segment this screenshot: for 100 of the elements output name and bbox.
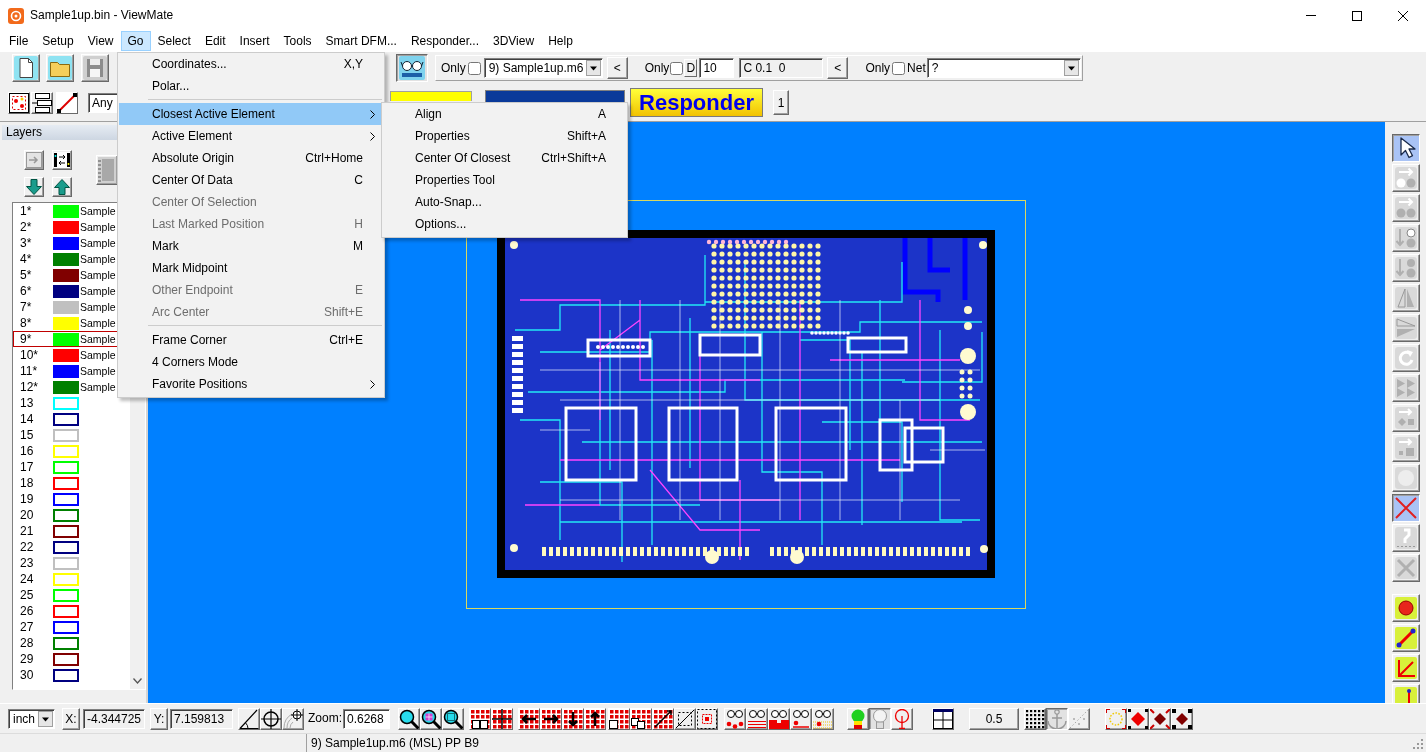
layer-row[interactable]: 15 [13, 427, 130, 443]
layer-color-swatch[interactable] [53, 268, 79, 282]
layer-number: 26 [19, 603, 35, 619]
previous-button[interactable]: < [827, 57, 849, 79]
layer-color-swatch[interactable] [53, 236, 79, 250]
menu-item[interactable]: Edit [197, 31, 233, 51]
toolbar-button[interactable] [238, 707, 260, 730]
layer-color-swatch[interactable] [53, 492, 79, 506]
type-filter-field[interactable]: Any [88, 92, 120, 113]
menu-item[interactable]: Align A [383, 103, 626, 125]
layer-color-swatch[interactable] [53, 364, 79, 378]
x-coordinate-field[interactable]: -4.344725 [83, 708, 145, 729]
menu-item[interactable]: Center Of Closest Ctrl+Shift+A [383, 147, 626, 169]
units-dropdown[interactable]: inch [8, 708, 55, 729]
layer-row[interactable]: 24 [13, 571, 130, 587]
menu-item[interactable]: Auto-Snap... [383, 191, 626, 213]
toolbar-button[interactable] [8, 91, 30, 114]
layer-color-swatch[interactable] [53, 636, 79, 650]
shortcut-text: A [597, 106, 606, 122]
toolbar-button[interactable] [696, 707, 718, 730]
menu-item[interactable]: 3DView [486, 31, 542, 51]
layer-color-swatch[interactable] [53, 348, 79, 362]
menu-item[interactable]: View [80, 31, 121, 51]
layer-color-swatch[interactable] [53, 604, 79, 618]
new-file-button[interactable] [12, 54, 40, 82]
pcb-board-drawing[interactable] [497, 230, 995, 578]
y-button[interactable]: Y: [150, 707, 168, 730]
open-button[interactable] [46, 54, 74, 82]
only-checkbox[interactable] [670, 61, 684, 75]
layer-dropdown[interactable]: 9) Sample1up.m6 [483, 58, 603, 78]
toolbar-button[interactable] [260, 707, 282, 730]
layer-row[interactable]: 17 [13, 459, 130, 475]
menu-item[interactable]: Options... [383, 213, 626, 235]
menu-item[interactable]: Center Of Data C [119, 169, 383, 191]
layer-row[interactable]: 28 [13, 635, 130, 651]
layer-row[interactable]: 25 [13, 587, 130, 603]
layer-row[interactable]: 27 [13, 619, 130, 635]
layer-row[interactable]: 20 [13, 507, 130, 523]
layer-row[interactable]: 23 [13, 555, 130, 571]
menu-item[interactable]: Closest Active Element [119, 103, 383, 125]
layer-row[interactable]: 26 [13, 603, 130, 619]
layer-color-swatch[interactable] [53, 412, 79, 426]
layer-color-swatch[interactable] [53, 284, 79, 298]
layer-color-swatch[interactable] [53, 668, 79, 682]
layer-row[interactable]: 14 [13, 411, 130, 427]
menu-item[interactable]: Insert [232, 31, 277, 51]
responder-button[interactable]: Responder [630, 88, 763, 117]
layer-color-swatch[interactable] [53, 524, 79, 538]
menu-item[interactable]: Help [541, 31, 580, 51]
menu-item[interactable]: Select [150, 31, 198, 51]
layer-row[interactable]: 22 [13, 539, 130, 555]
layer-row[interactable]: 30 [13, 667, 130, 683]
layer-row[interactable]: 16 [13, 443, 130, 459]
layer-color-swatch[interactable] [53, 652, 79, 666]
layer-color-swatch[interactable] [53, 540, 79, 554]
menu-item[interactable]: Absolute Origin Ctrl+Home [119, 147, 383, 169]
menu-item[interactable]: Properties Tool [383, 169, 626, 191]
layer-color-swatch[interactable] [53, 476, 79, 490]
snap-button[interactable]: 0.5 [969, 707, 1019, 730]
layer-row[interactable]: 29 [13, 651, 130, 667]
menu-item[interactable]: Go [120, 31, 151, 51]
zoom-field[interactable]: 0.6268 [343, 708, 390, 729]
layer-color-swatch[interactable] [53, 620, 79, 634]
x-button[interactable]: X: [62, 707, 80, 730]
y-coordinate-field[interactable]: 7.159813 [170, 708, 233, 729]
page-button[interactable]: 1 [773, 90, 789, 115]
layer-color-swatch[interactable] [53, 252, 79, 266]
layer-tool-button[interactable] [52, 177, 72, 197]
layer-color-swatch[interactable] [53, 220, 79, 234]
d-code-field[interactable]: 10 [699, 58, 735, 78]
menu-item[interactable]: Tools [276, 31, 319, 51]
menu-item[interactable]: Smart DFM... [318, 31, 404, 51]
glasses-icon [399, 56, 425, 80]
layer-row[interactable]: 19 [13, 491, 130, 507]
menu-item[interactable]: Setup [35, 31, 81, 51]
save-button[interactable] [81, 54, 109, 82]
net-dropdown[interactable]: ? [926, 58, 1081, 78]
view-button[interactable] [396, 54, 428, 82]
toolbar-button[interactable] [932, 707, 954, 730]
only-checkbox[interactable] [892, 61, 906, 75]
layer-number: 20 [19, 507, 35, 523]
previous-button[interactable]: < [606, 57, 628, 79]
toolbar-button[interactable] [491, 707, 513, 730]
layer-row[interactable]: 18 [13, 475, 130, 491]
layer-row[interactable]: 21 [13, 523, 130, 539]
target-rings-icon [283, 708, 303, 729]
menu-item[interactable]: Properties Shift+A [383, 125, 626, 147]
menu-item[interactable]: Polar... [119, 75, 383, 97]
menu-item[interactable]: Responder... [403, 31, 486, 51]
toolbar-button[interactable] [1149, 707, 1171, 730]
menu-item[interactable]: File [2, 31, 36, 51]
layer-color-swatch[interactable] [53, 508, 79, 522]
layer-tool-button[interactable] [24, 177, 44, 197]
menu-item[interactable]: Coordinates... X,Y [119, 53, 383, 75]
only-checkbox[interactable] [467, 61, 481, 75]
tool-button[interactable] [1392, 134, 1420, 162]
layer-row[interactable]: 13 [13, 395, 130, 411]
layer-list[interactable]: 1* Sample 2* Sample 3* Sample 4* Sample 5* Sample 6* Sample 7* Sample 8* Sample 9* Sample 10* Sample 11* Sample 12* Sample 13 14 15 16 17 18 19 20 21 22 23 24 25 26 27 28 29 30 [12, 202, 146, 690]
layer-color-swatch[interactable] [53, 380, 79, 394]
layer-tool-button[interactable] [52, 150, 72, 170]
